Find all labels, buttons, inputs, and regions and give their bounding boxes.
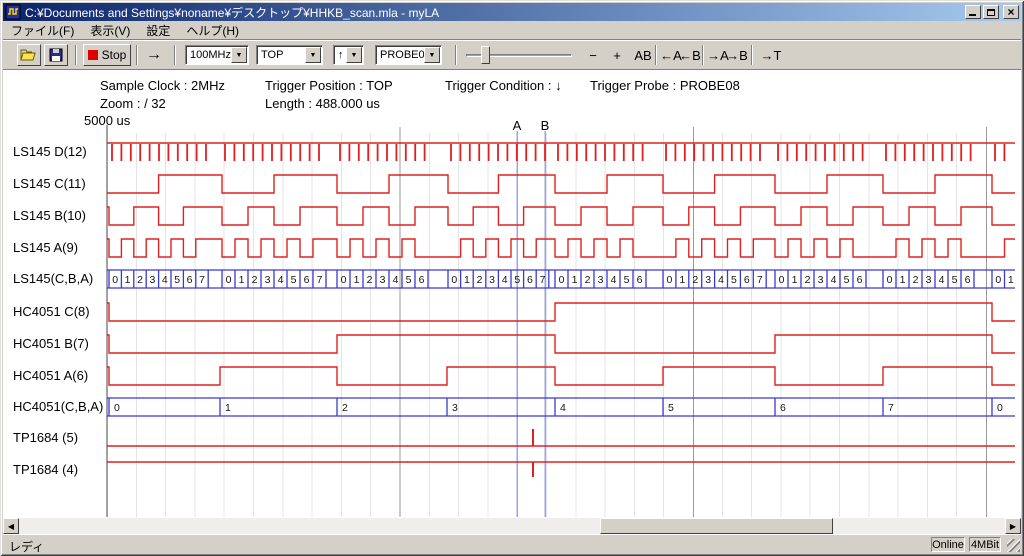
- status-bar: レディ Online 4MBit: [3, 534, 1021, 553]
- memory-indicator: 4MBit: [969, 537, 1001, 552]
- menu-bar: ファイル(F) 表示(V) 設定 ヘルプ(H): [3, 21, 1021, 39]
- trigger-edge-value: ↑: [334, 49, 346, 61]
- trigger-probe-info: Trigger Probe : PROBE08: [590, 78, 740, 93]
- sample-clock-info: Sample Clock : 2MHz: [100, 78, 225, 93]
- toolbar-separator: [174, 45, 176, 65]
- chevron-down-icon[interactable]: ▼: [346, 47, 362, 63]
- scroll-right-button[interactable]: ▶: [1005, 518, 1021, 534]
- floppy-icon: [49, 48, 63, 62]
- menu-settings[interactable]: 設定: [138, 20, 178, 41]
- run-arrow-icon: →: [146, 46, 162, 64]
- chevron-down-icon[interactable]: ▼: [305, 47, 321, 63]
- app-window: C:¥Documents and Settings¥noname¥デスクトップ¥…: [0, 0, 1024, 556]
- probe-value: PROBE00: [376, 49, 424, 61]
- slider-thumb[interactable]: [481, 46, 490, 64]
- trigger-position-value: TOP: [257, 49, 305, 61]
- menu-file[interactable]: ファイル(F): [3, 20, 82, 41]
- toolbar-separator: [136, 45, 138, 65]
- marker-a-label[interactable]: A: [510, 118, 524, 133]
- toolbar: Stop → 100MHz ▼ TOP ▼ ↑ ▼ PROBE00 ▼ − +: [3, 39, 1021, 69]
- toolbar-separator: [751, 45, 753, 65]
- sample-clock-combo[interactable]: 100MHz ▼: [185, 45, 249, 65]
- zoom-info: Zoom : / 32: [100, 96, 166, 111]
- zoom-slider[interactable]: [466, 45, 572, 65]
- open-button[interactable]: [17, 44, 41, 66]
- scroll-left-button[interactable]: ◀: [3, 518, 19, 534]
- minimize-button[interactable]: [965, 5, 981, 19]
- toolbar-separator: [455, 45, 457, 65]
- run-button[interactable]: →: [142, 44, 166, 66]
- trigger-position-info: Trigger Position : TOP: [265, 78, 393, 93]
- length-info: Length : 488.000 us: [265, 96, 380, 111]
- trigger-condition-info: Trigger Condition : ↓: [445, 78, 562, 93]
- trigger-edge-combo[interactable]: ↑ ▼: [333, 45, 364, 65]
- app-icon: [5, 4, 21, 20]
- menu-help[interactable]: ヘルプ(H): [178, 20, 247, 41]
- online-indicator: Online: [931, 537, 965, 552]
- maximize-button[interactable]: [983, 5, 999, 19]
- sample-clock-value: 100MHz: [186, 49, 231, 61]
- goto-trigger-button[interactable]: →T: [759, 46, 783, 64]
- horizontal-scrollbar[interactable]: ◀ ▶: [3, 518, 1021, 534]
- stop-button[interactable]: Stop: [83, 44, 131, 66]
- left-b-button[interactable]: ←B: [679, 46, 701, 64]
- stop-icon: [88, 50, 98, 60]
- resize-grip[interactable]: [1007, 539, 1020, 552]
- scrollbar-thumb[interactable]: [600, 518, 833, 534]
- title-bar[interactable]: C:¥Documents and Settings¥noname¥デスクトップ¥…: [3, 3, 1021, 21]
- chevron-down-icon[interactable]: ▼: [424, 47, 440, 63]
- maximize-icon: [987, 9, 995, 16]
- close-icon: ×: [1007, 7, 1014, 17]
- window-title: C:¥Documents and Settings¥noname¥デスクトップ¥…: [25, 4, 963, 21]
- right-b-button[interactable]: →B: [726, 46, 748, 64]
- toolbar-separator: [702, 45, 704, 65]
- close-button[interactable]: ×: [1003, 5, 1019, 19]
- ab-button[interactable]: AB: [630, 46, 656, 64]
- trigger-position-combo[interactable]: TOP ▼: [256, 45, 323, 65]
- toolbar-separator: [75, 45, 77, 65]
- minimize-icon: [969, 14, 976, 16]
- time-scale-label: 5000 us: [84, 113, 130, 128]
- stop-label: Stop: [102, 48, 127, 62]
- zoom-out-button[interactable]: −: [583, 46, 603, 64]
- open-folder-icon: [20, 48, 38, 62]
- zoom-in-button[interactable]: +: [607, 46, 627, 64]
- menu-view[interactable]: 表示(V): [82, 20, 138, 41]
- chevron-down-icon[interactable]: ▼: [231, 47, 247, 63]
- save-button[interactable]: [44, 44, 68, 66]
- toolbar-separator: [655, 45, 657, 65]
- waveform-panel: Sample Clock : 2MHz Trigger Position : T…: [3, 69, 1021, 518]
- probe-combo[interactable]: PROBE00 ▼: [375, 45, 442, 65]
- status-text: レディ: [9, 538, 44, 555]
- marker-b-label[interactable]: B: [538, 118, 552, 133]
